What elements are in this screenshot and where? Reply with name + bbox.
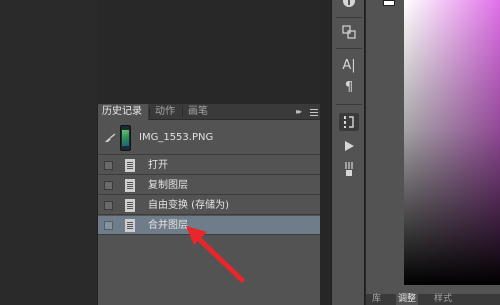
history-step-label: 自由变换 (存储为) [148,200,229,211]
clone-source-icon[interactable] [339,23,359,41]
tab-separator [182,107,183,117]
history-step-label: 打开 [148,160,168,171]
collapse-panel-icon[interactable]: ▸▸ [296,107,306,117]
history-brush-icon[interactable] [104,133,116,143]
annotation-arrow [186,226,245,283]
tab-history[interactable]: 历史记录 [98,104,148,120]
document-icon [125,219,135,232]
history-brush-source-checkbox[interactable] [104,221,113,230]
tab-brushes[interactable]: 画笔 [184,104,212,120]
workspace-background [0,0,97,305]
history-step[interactable]: 打开 [98,156,320,175]
history-step[interactable]: 复制图层 [98,176,320,195]
strip-separator [336,17,362,18]
document-icon [125,179,135,192]
history-brush-source-checkbox[interactable] [104,181,113,190]
snapshot-thumbnail [120,125,131,151]
info-icon[interactable] [339,0,359,10]
paragraph-icon[interactable]: ¶ [339,79,359,97]
history-step-label: 复制图层 [148,180,188,191]
character-icon[interactable]: A| [339,57,359,75]
panel-menu-icon[interactable] [309,107,319,117]
strip-separator [336,104,362,105]
color-picker-field[interactable] [404,0,500,285]
document-icon [125,159,135,172]
tab-separator [149,107,150,117]
actions-play-icon[interactable] [339,137,359,155]
color-swatch[interactable] [383,0,395,6]
tab-actions[interactable]: 动作 [151,104,179,120]
tab-adjustments[interactable]: 调整 [396,294,419,305]
history-panel-tabbar: 历史记录 动作 画笔 ▸▸ [98,104,321,120]
history-brush-source-checkbox[interactable] [104,161,113,170]
bottom-tabbar: 库 调整 样式 [366,294,500,305]
panel-divider [320,0,330,305]
history-brush-source-checkbox[interactable] [104,201,113,210]
history-snapshot[interactable]: IMG_1553.PNG [98,121,321,155]
strip-separator [336,48,362,49]
tab-libraries[interactable]: 库 [372,294,381,305]
panel-icon-strip: A| ¶ [331,0,365,305]
tab-styles[interactable]: 样式 [434,294,452,305]
snapshot-name: IMG_1553.PNG [139,132,214,143]
history-step[interactable]: 自由变换 (存储为) [98,196,320,215]
brushes-icon[interactable] [339,160,359,178]
document-icon [125,199,135,212]
history-panel-icon[interactable] [339,113,359,131]
